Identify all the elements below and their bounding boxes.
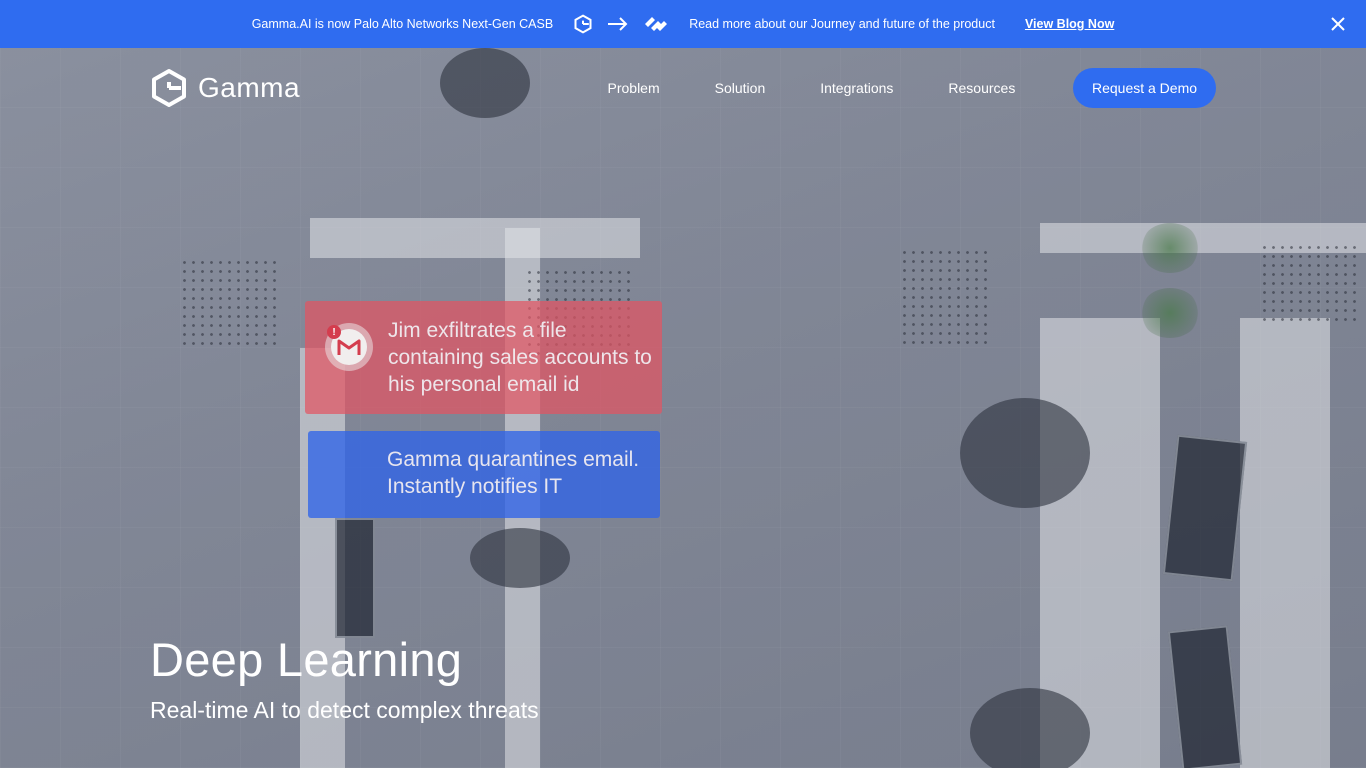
top-navigation: Gamma Problem Solution Integrations Reso… bbox=[0, 48, 1366, 128]
nav-link-solution[interactable]: Solution bbox=[687, 76, 793, 100]
plant bbox=[1140, 223, 1200, 273]
gamma-hexagon-icon bbox=[152, 69, 186, 107]
nav-link-problem[interactable]: Problem bbox=[580, 76, 687, 100]
ceiling-vent bbox=[900, 248, 990, 348]
nav-link-resources[interactable]: Resources bbox=[921, 76, 1043, 100]
person bbox=[470, 528, 570, 588]
ceiling-vent bbox=[180, 258, 280, 348]
request-demo-button[interactable]: Request a Demo bbox=[1073, 68, 1216, 108]
close-icon bbox=[1331, 17, 1345, 31]
logo-text: Gamma bbox=[198, 72, 301, 103]
banner-icons bbox=[573, 14, 669, 34]
nav-links: Problem Solution Integrations Resources bbox=[580, 76, 1043, 100]
hero-subtitle: Real-time AI to detect complex threats bbox=[150, 697, 539, 723]
arrow-right-icon bbox=[608, 17, 628, 31]
response-alert-card: Gamma quarantines email. Instantly notif… bbox=[308, 431, 660, 518]
banner-message: Gamma.AI is now Palo Alto Networks Next-… bbox=[251, 17, 554, 31]
hero-title: Deep Learning bbox=[150, 633, 463, 686]
monitor bbox=[335, 518, 375, 638]
response-alert-text: Gamma quarantines email. Instantly notif… bbox=[387, 448, 640, 498]
desk-partition bbox=[1240, 318, 1330, 768]
announcement-banner: Gamma.AI is now Palo Alto Networks Next-… bbox=[0, 0, 1366, 48]
gamma-logo-icon bbox=[574, 14, 592, 34]
gamma-logo[interactable]: Gamma bbox=[150, 68, 300, 108]
threat-alert-card: ! Jim exfiltrates a file containing sale… bbox=[305, 301, 662, 414]
monitor bbox=[1167, 625, 1243, 768]
monitor bbox=[1162, 434, 1248, 582]
banner-content: Gamma.AI is now Palo Alto Networks Next-… bbox=[251, 14, 1114, 34]
gmail-badge: ! bbox=[325, 323, 373, 371]
palo-alto-logo-icon bbox=[645, 15, 668, 31]
nav-link-integrations[interactable]: Integrations bbox=[793, 76, 921, 100]
banner-journey-text: Read more about our Journey and future o… bbox=[689, 17, 995, 31]
person bbox=[960, 398, 1090, 508]
threat-alert-text: Jim exfiltrates a file containing sales … bbox=[388, 319, 652, 396]
desk-partition bbox=[310, 218, 640, 258]
mail-glyph bbox=[337, 339, 361, 355]
view-blog-link[interactable]: View Blog Now bbox=[1025, 17, 1114, 31]
warning-badge: ! bbox=[327, 325, 341, 339]
ceiling-vent bbox=[1260, 243, 1360, 323]
person bbox=[970, 688, 1090, 768]
gmail-icon: ! bbox=[327, 325, 367, 365]
close-banner-button[interactable] bbox=[1326, 12, 1350, 36]
plant bbox=[1140, 288, 1200, 338]
